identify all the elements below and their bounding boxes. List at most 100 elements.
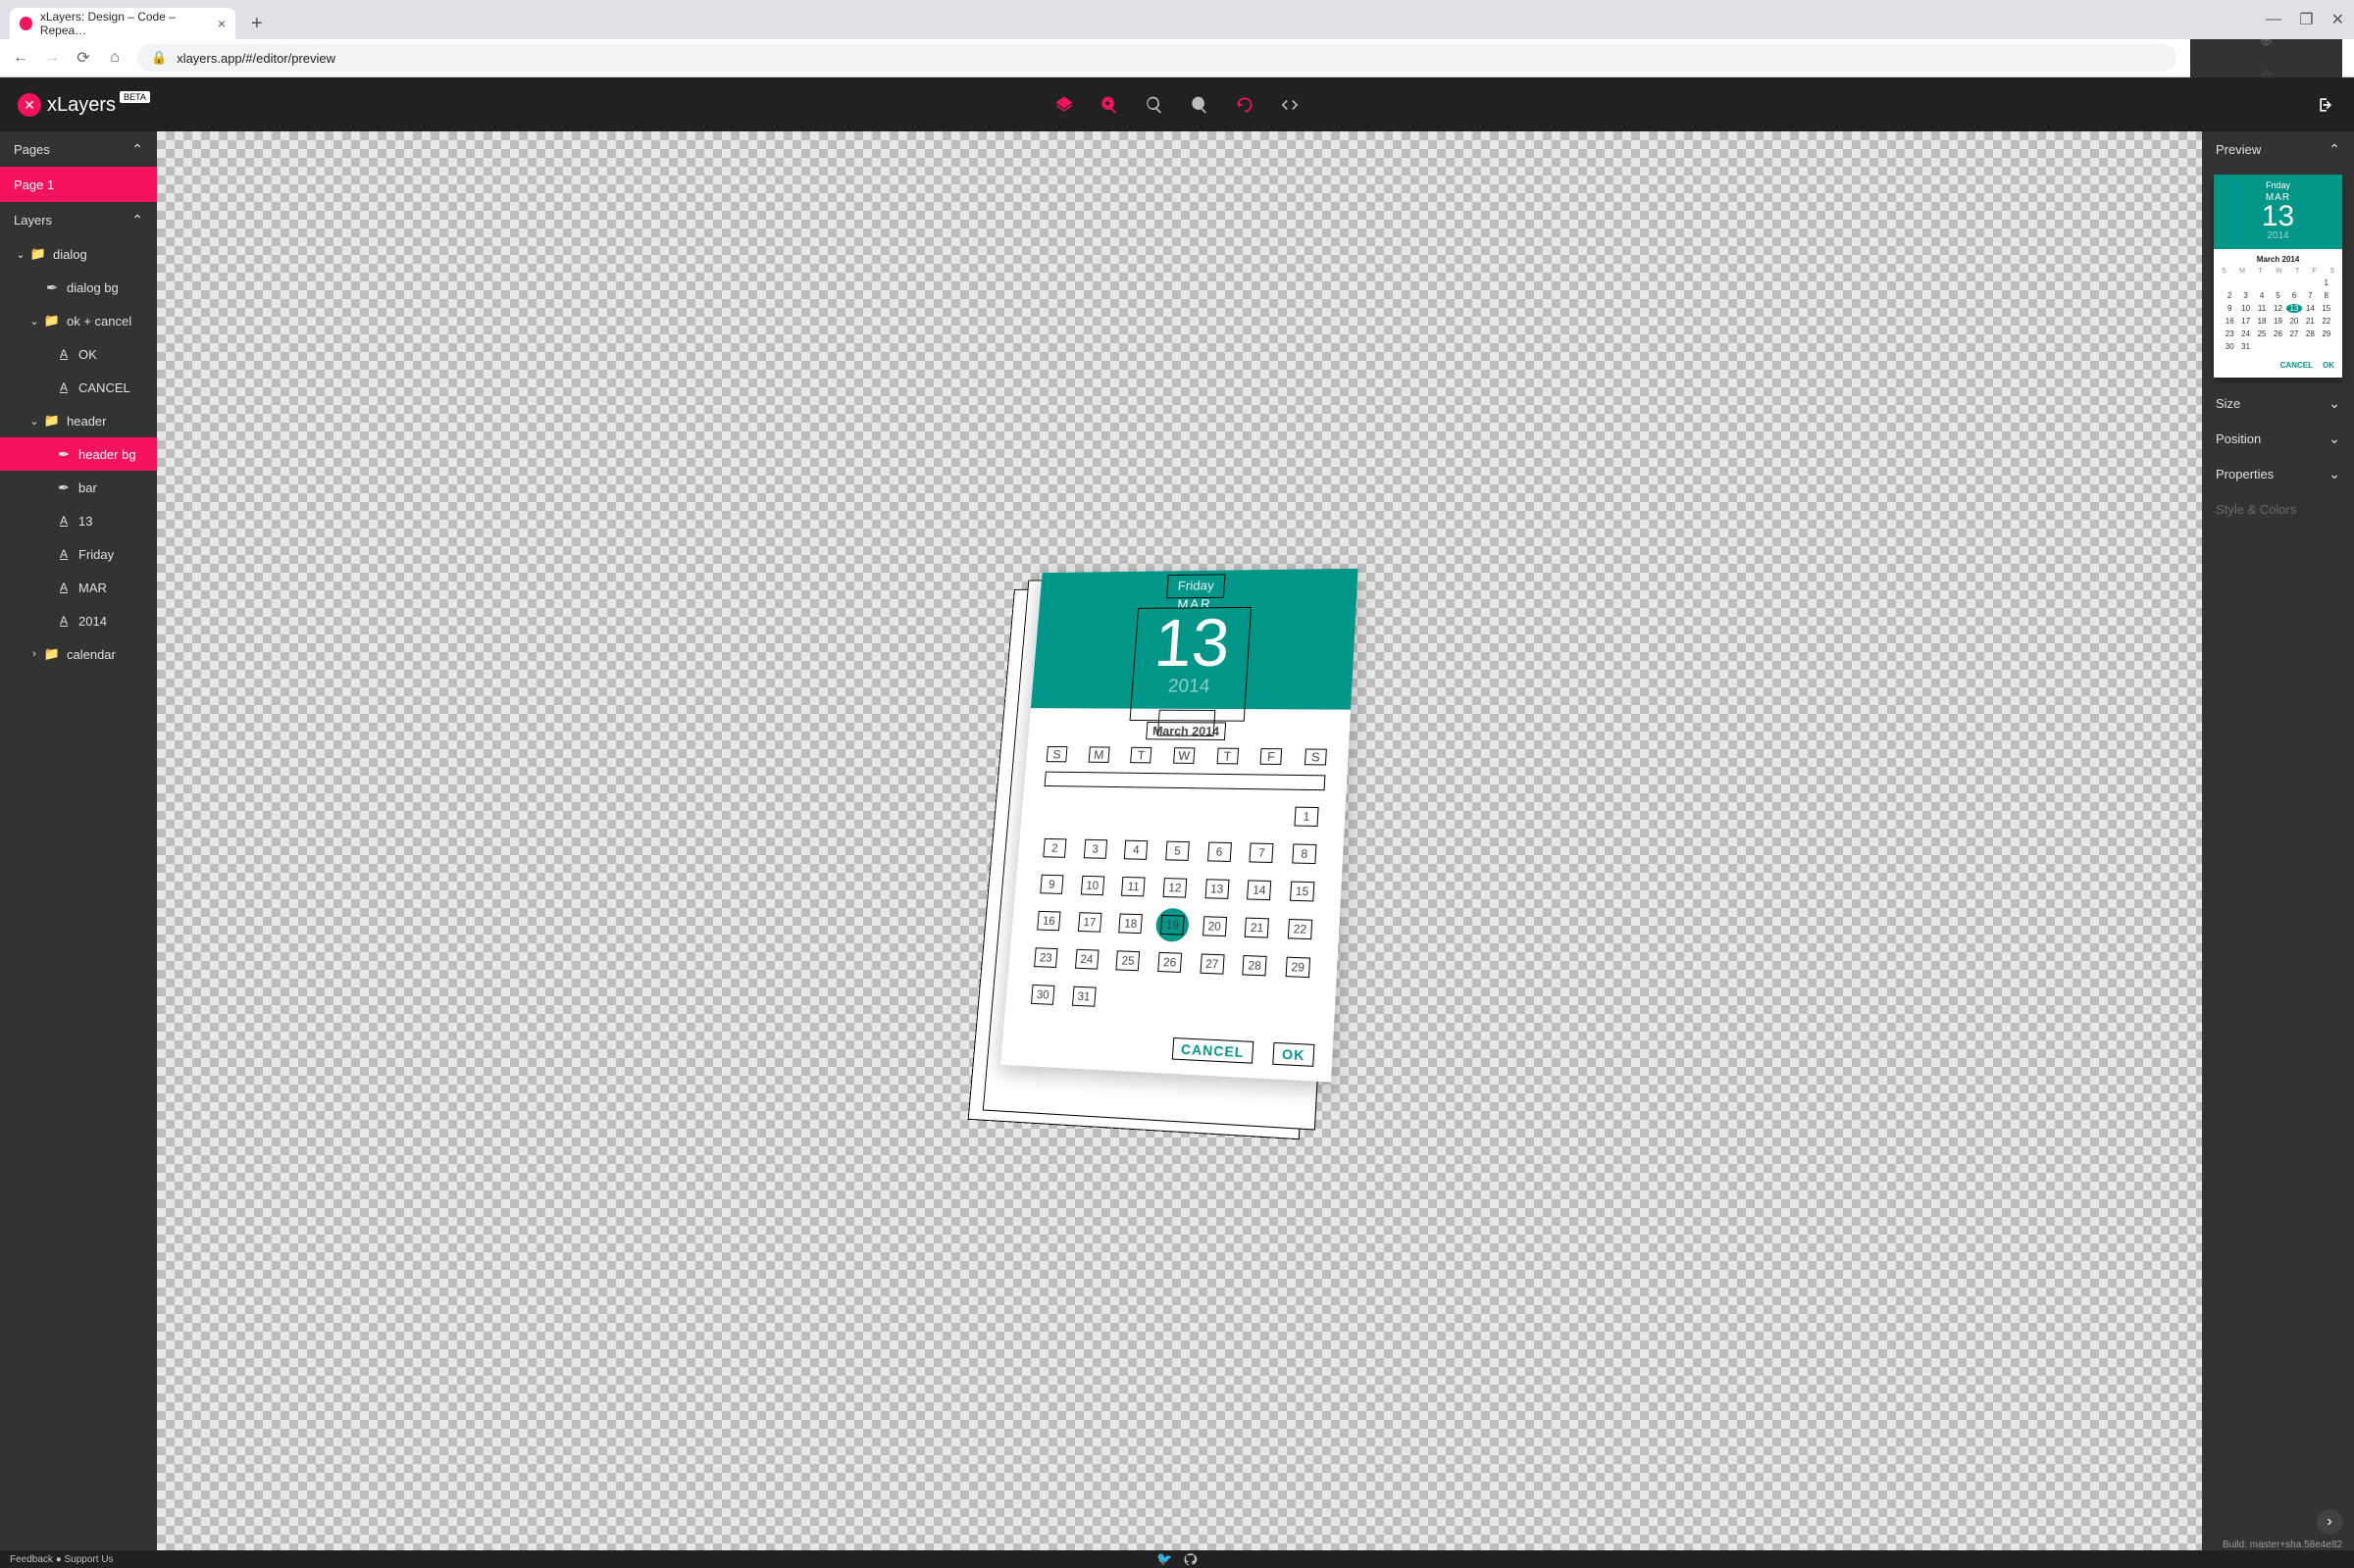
layer-row[interactable]: A Friday <box>0 537 157 571</box>
day-cell: 28 <box>2302 329 2318 338</box>
day-cell[interactable]: 15 <box>1289 881 1313 901</box>
zoom-in-icon[interactable] <box>1100 94 1119 117</box>
dow-cell: S <box>2222 268 2226 275</box>
layer-row[interactable]: ✒header bg <box>0 437 157 471</box>
day-cell[interactable]: 29 <box>1285 956 1310 977</box>
day-cell[interactable]: 8 <box>1292 843 1316 864</box>
new-tab-button[interactable]: + <box>243 8 271 39</box>
day-cell[interactable]: 28 <box>1242 955 1266 976</box>
day-cell[interactable] <box>1253 806 1275 824</box>
twitter-icon[interactable]: 🐦 <box>1156 1551 1172 1567</box>
day-cell[interactable]: 3 <box>1083 838 1106 858</box>
day-cell[interactable]: 30 <box>1030 984 1053 1004</box>
preview-year: 2014 <box>2214 230 2342 241</box>
layer-row[interactable]: A13 <box>0 504 157 537</box>
zoom-reset-icon[interactable] <box>1145 94 1164 117</box>
day-cell[interactable]: 2 <box>1043 837 1066 857</box>
day-cell[interactable]: 9 <box>1040 874 1063 893</box>
dow-cell: M <box>2239 268 2245 275</box>
preview-thumbnail[interactable]: Friday MAR 13 2014 March 2014 SMTWTFS 12… <box>2214 175 2342 378</box>
day-cell[interactable]: 22 <box>1287 918 1311 938</box>
window-minimize-icon[interactable]: — <box>2266 11 2281 28</box>
nav-home-icon[interactable]: ⌂ <box>106 49 124 67</box>
layer-row[interactable]: ⌄📁header <box>0 404 157 437</box>
rotate-3d-icon[interactable] <box>1235 94 1254 117</box>
day-cell[interactable] <box>1168 805 1191 823</box>
day-cell[interactable]: 25 <box>1115 950 1140 971</box>
pages-section-header[interactable]: Pages ⌃ <box>0 131 157 167</box>
day-cell[interactable]: 10 <box>1080 875 1103 894</box>
calendar-bbox <box>1044 771 1325 790</box>
nav-reload-icon[interactable]: ⟳ <box>75 48 92 68</box>
omnibox[interactable]: 🔒 xlayers.app/#/editor/preview <box>137 44 2176 72</box>
layer-shape-icon: ✒ <box>43 279 61 296</box>
properties-section-header[interactable]: Properties ⌄ <box>2202 456 2354 491</box>
layer-label: CANCEL <box>78 380 130 395</box>
footer-left[interactable]: Feedback ● Support Us <box>10 1554 114 1565</box>
day-cell[interactable]: 12 <box>1162 878 1187 898</box>
layer-row[interactable]: ⌄📁ok + cancel <box>0 304 157 337</box>
code-icon[interactable] <box>1280 94 1300 117</box>
day-cell[interactable]: 14 <box>1247 880 1271 900</box>
layer-text-icon: A <box>55 547 73 561</box>
ok-button[interactable]: OK <box>1272 1041 1314 1066</box>
position-section-header[interactable]: Position ⌄ <box>2202 421 2354 456</box>
day-cell[interactable] <box>1087 803 1108 821</box>
layer-row[interactable]: A2014 <box>0 604 157 637</box>
tree-arrow-icon: ⌄ <box>14 248 27 261</box>
layer-row[interactable]: ⌄📁dialog <box>0 237 157 271</box>
day-cell[interactable]: 19 <box>1159 914 1184 935</box>
day-cell: 7 <box>2302 291 2318 300</box>
cancel-button[interactable]: CANCEL <box>1171 1037 1254 1063</box>
layer-row[interactable]: ACANCEL <box>0 371 157 404</box>
day-cell[interactable] <box>1210 806 1233 824</box>
day-cell[interactable]: 31 <box>1071 986 1096 1006</box>
nav-back-icon[interactable]: ← <box>12 49 29 67</box>
layers-tool-icon[interactable] <box>1054 94 1074 117</box>
exit-icon[interactable] <box>2317 94 2336 117</box>
zoom-out-icon[interactable] <box>1190 94 1209 117</box>
day-cell[interactable]: 26 <box>1157 951 1182 972</box>
layer-row[interactable]: ✒bar <box>0 471 157 504</box>
day-cell[interactable]: 5 <box>1165 840 1190 860</box>
layer-row[interactable]: ›📁calendar <box>0 637 157 671</box>
day-cell[interactable]: 24 <box>1074 948 1099 969</box>
layer-row[interactable]: ✒dialog bg <box>0 271 157 304</box>
day-cell[interactable]: 11 <box>1121 876 1146 895</box>
day-cell[interactable]: 7 <box>1249 842 1273 863</box>
logo-icon: ✕ <box>18 93 41 117</box>
day-cell[interactable]: 18 <box>1118 913 1143 934</box>
browser-tab[interactable]: xLayers: Design – Code – Repea… × <box>10 8 235 39</box>
day-cell[interactable] <box>1047 803 1068 821</box>
day-cell[interactable]: 13 <box>1204 879 1229 899</box>
day-cell: 31 <box>2237 342 2253 351</box>
day-cell[interactable]: 21 <box>1244 917 1268 937</box>
preview-section-header[interactable]: Preview ⌃ <box>2202 131 2354 167</box>
day-cell[interactable]: 27 <box>1200 953 1224 974</box>
size-section-header[interactable]: Size ⌄ <box>2202 385 2354 421</box>
day-cell[interactable]: 16 <box>1037 910 1060 930</box>
layer-row[interactable]: AMAR <box>0 571 157 604</box>
window-restore-icon[interactable]: ❐ <box>2299 10 2313 29</box>
day-cell[interactable]: 1 <box>1294 806 1318 826</box>
day-cell[interactable]: 4 <box>1124 839 1148 859</box>
day-cell: 6 <box>2286 291 2302 300</box>
close-tab-icon[interactable]: × <box>218 16 226 31</box>
canvas[interactable]: Friday MAR 13 2014 March 2014 SMTWTFS 12… <box>157 131 2202 1550</box>
window-close-icon[interactable]: ✕ <box>2331 10 2344 29</box>
day-cell[interactable] <box>1127 804 1149 822</box>
layer-label: Friday <box>78 547 114 562</box>
day-cell[interactable]: 23 <box>1034 947 1057 968</box>
layer-row[interactable]: AOK <box>0 337 157 371</box>
layer-label: OK <box>78 347 97 362</box>
day-cell[interactable]: 17 <box>1077 912 1100 933</box>
dow-cell: F <box>2313 268 2317 275</box>
page-item-selected[interactable]: Page 1 <box>0 167 157 202</box>
design-card[interactable]: Friday MAR 13 2014 March 2014 SMTWTFS 12… <box>1000 568 1358 1082</box>
day-cell[interactable]: 6 <box>1206 841 1231 861</box>
github-icon[interactable] <box>1185 1551 1198 1567</box>
day-cell[interactable]: 20 <box>1202 916 1226 936</box>
layers-section-header[interactable]: Layers ⌃ <box>0 202 157 237</box>
next-fab-icon[interactable]: › <box>2317 1509 2342 1535</box>
layer-label: calendar <box>67 647 116 662</box>
